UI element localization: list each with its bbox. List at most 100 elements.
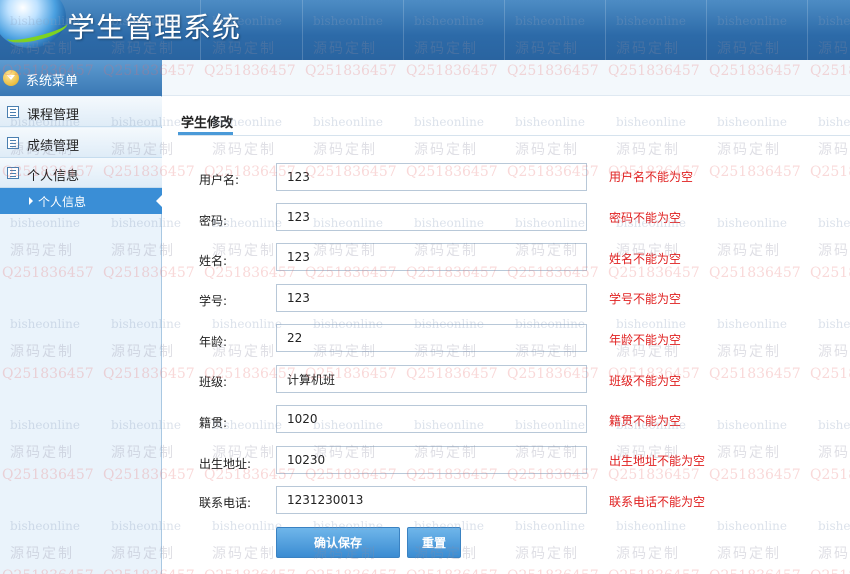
tab-divider — [178, 135, 850, 136]
password-field[interactable] — [276, 203, 587, 231]
username-field[interactable] — [276, 163, 587, 191]
watermark-text: Q251836457 — [709, 467, 801, 483]
student-id-label: 学号: — [199, 294, 228, 308]
password-label: 密码: — [199, 214, 228, 228]
username-error: 用户名不能为空 — [609, 170, 694, 184]
watermark-text: bisheonline — [515, 115, 585, 129]
watermark-text: bisheonline — [717, 519, 787, 533]
phone-input[interactable] — [277, 487, 586, 513]
app-title: 学生管理系统 — [67, 11, 242, 44]
sidebar-item-label: 课程管理 — [27, 108, 80, 123]
watermark-text: 源码定制 — [717, 445, 781, 461]
phone-field[interactable] — [276, 486, 587, 514]
phone-label: 联系电话: — [199, 496, 252, 510]
watermark-text: Q251836457 — [709, 265, 801, 281]
watermark-text: Q251836457 — [709, 164, 801, 180]
tab-student-edit[interactable]: 学生修改 — [181, 112, 233, 131]
chevron-right-icon — [29, 197, 33, 205]
native-place-field[interactable] — [276, 405, 587, 433]
sidebar-item-grade-management[interactable]: 成绩管理 — [0, 128, 162, 158]
app-header: 学生管理系统 — [0, 0, 850, 60]
username-label: 用户名: — [199, 173, 240, 187]
watermark-text: Q251836457 — [608, 568, 700, 574]
name-field[interactable] — [276, 243, 587, 271]
watermark-text: bisheonline — [717, 115, 787, 129]
birth-address-label: 出生地址: — [199, 457, 252, 471]
sidebar-item-course-management[interactable]: 课程管理 — [0, 97, 162, 127]
watermark-text: Q251836457 — [810, 265, 850, 281]
class-label: 班级: — [199, 375, 228, 389]
reset-button[interactable]: 重置 — [407, 527, 461, 558]
watermark-text: bisheonline — [414, 115, 484, 129]
watermark-text: Q251836457 — [810, 467, 850, 483]
watermark-text: bisheonline — [616, 519, 686, 533]
watermark-text: bisheonline — [818, 216, 850, 230]
watermark-text: Q251836457 — [709, 568, 801, 574]
list-icon — [7, 137, 19, 149]
header-cell — [605, 0, 705, 60]
birth-address-field[interactable] — [276, 446, 587, 474]
menu-toggle-icon — [3, 70, 19, 86]
watermark-text: bisheonline — [616, 317, 686, 331]
watermark-text: 源码定制 — [212, 142, 276, 158]
password-input[interactable] — [277, 204, 586, 230]
watermark-text: Q251836457 — [204, 568, 296, 574]
student-id-field[interactable] — [276, 284, 587, 312]
list-icon — [7, 167, 19, 179]
sidebar-subitem-personal-info[interactable]: 个人信息 — [0, 188, 163, 214]
watermark-text: Q251836457 — [608, 265, 700, 281]
menu-header-label: 系统菜单 — [26, 74, 79, 89]
watermark-text: 源码定制 — [717, 142, 781, 158]
student-id-input[interactable] — [277, 285, 586, 311]
watermark-text: bisheonline — [515, 519, 585, 533]
sidebar-item-personal-info[interactable]: 个人信息 — [0, 158, 162, 188]
watermark-text: Q251836457 — [810, 366, 850, 382]
watermark-text: bisheonline — [717, 216, 787, 230]
header-cell — [403, 0, 503, 60]
class-error: 班级不能为空 — [609, 374, 682, 388]
watermark-text: bisheonline — [616, 115, 686, 129]
watermark-text: bisheonline — [818, 418, 850, 432]
native-place-error: 籍贯不能为空 — [609, 414, 682, 428]
header-cell — [504, 0, 604, 60]
sidebar-item-label: 个人信息 — [27, 169, 80, 184]
watermark-text: bisheonline — [717, 317, 787, 331]
name-input[interactable] — [277, 244, 586, 270]
class-input[interactable] — [277, 366, 586, 392]
birth-address-input[interactable] — [277, 447, 586, 473]
class-field[interactable] — [276, 365, 587, 393]
age-field[interactable] — [276, 324, 587, 352]
watermark-text: bisheonline — [717, 418, 787, 432]
watermark-text: bisheonline — [212, 519, 282, 533]
watermark-text: Q251836457 — [507, 568, 599, 574]
header-cell — [302, 0, 402, 60]
sidebar: 系统菜单 课程管理 成绩管理 个人信息 个人信息 — [0, 60, 163, 574]
list-icon — [7, 106, 19, 118]
watermark-text: 源码定制 — [717, 546, 781, 562]
watermark-text: 源码定制 — [515, 142, 579, 158]
watermark-text: bisheonline — [212, 317, 282, 331]
watermark-text: bisheonline — [313, 115, 383, 129]
system-menu-header[interactable]: 系统菜单 — [0, 60, 162, 96]
watermark-text: 源码定制 — [616, 546, 680, 562]
watermark-text: Q251836457 — [305, 568, 397, 574]
watermark-text: Q251836457 — [608, 467, 700, 483]
name-label: 姓名: — [199, 254, 228, 268]
confirm-save-button[interactable]: 确认保存 — [276, 527, 400, 558]
watermark-text: Q251836457 — [810, 568, 850, 574]
student-id-error: 学号不能为空 — [609, 292, 682, 306]
watermark-text: Q251836457 — [709, 366, 801, 382]
age-label: 年龄: — [199, 335, 228, 349]
watermark-text: bisheonline — [818, 115, 850, 129]
watermark-text: bisheonline — [818, 317, 850, 331]
age-input[interactable] — [277, 325, 586, 351]
native-place-input[interactable] — [277, 406, 586, 432]
watermark-text: 源码定制 — [616, 142, 680, 158]
username-input[interactable] — [277, 164, 586, 190]
birth-address-error: 出生地址不能为空 — [609, 454, 706, 468]
watermark-text: 源码定制 — [818, 142, 850, 158]
watermark-text: 源码定制 — [717, 344, 781, 360]
watermark-text: 源码定制 — [818, 344, 850, 360]
watermark-text: 源码定制 — [818, 445, 850, 461]
sidebar-subitem-label: 个人信息 — [38, 195, 87, 209]
